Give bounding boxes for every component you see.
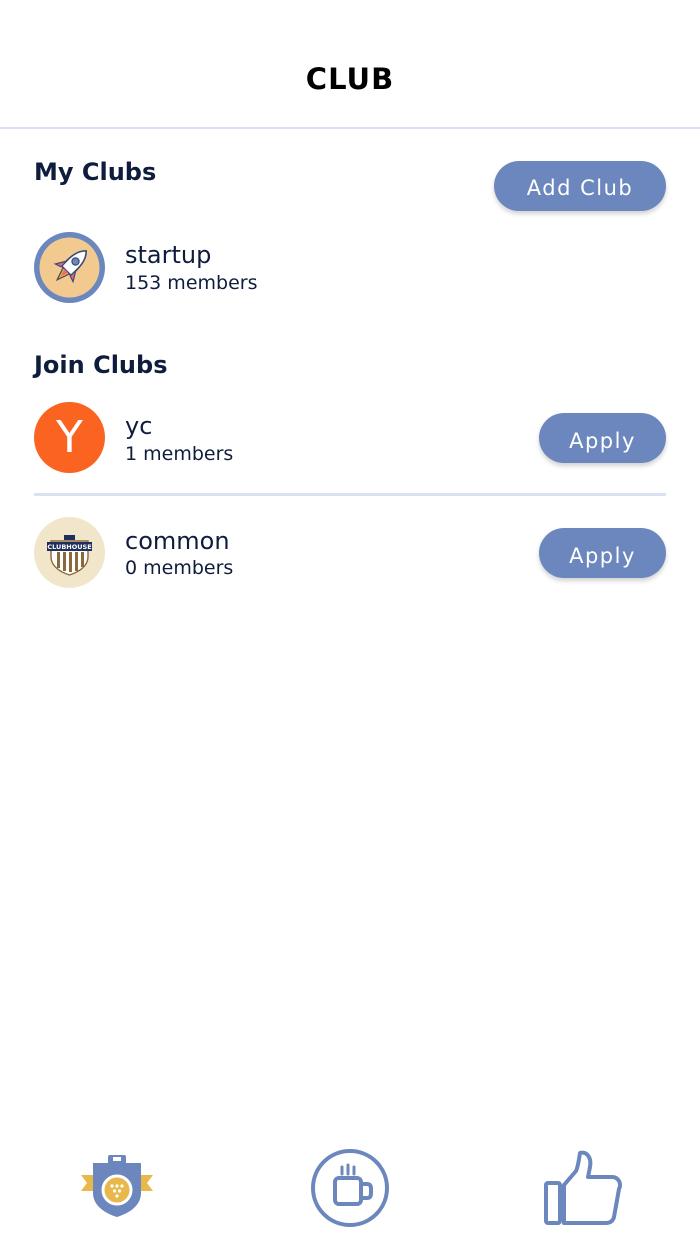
club-member-count: 0 members [125, 557, 234, 579]
apply-button[interactable]: Apply [539, 413, 666, 463]
club-name: common [125, 527, 230, 555]
common-avatar: CLUBHOUSE [34, 517, 105, 588]
my-clubs-heading: My Clubs [34, 158, 157, 186]
apply-label: Apply [569, 429, 636, 453]
club-badge-icon [81, 1155, 153, 1217]
club-name: yc [125, 412, 153, 440]
page-title: CLUB [305, 62, 395, 96]
tab-likes[interactable] [540, 1145, 626, 1231]
club-member-count: 153 members [125, 272, 258, 294]
clubhouse-shield-logo: CLUBHOUSE [47, 535, 92, 576]
apply-label: Apply [569, 544, 636, 568]
list-divider [34, 493, 666, 496]
join-clubs-heading: Join Clubs [34, 351, 168, 379]
thumbs-up-icon [544, 1150, 623, 1225]
startup-avatar [34, 232, 105, 303]
y-letter-logo: Y [56, 412, 83, 463]
tab-club[interactable] [78, 1145, 156, 1231]
yc-avatar: Y [34, 402, 105, 473]
rocket-icon [39, 237, 100, 298]
add-club-button[interactable]: Add Club [494, 161, 666, 211]
tab-coffee[interactable] [308, 1145, 392, 1231]
club-member-count: 1 members [125, 443, 234, 465]
app-header: CLUB [0, 0, 700, 129]
clubhouse-logo-text: CLUBHOUSE [47, 543, 91, 551]
coffee-cup-icon [311, 1149, 389, 1227]
add-club-label: Add Club [526, 176, 634, 200]
apply-button[interactable]: Apply [539, 528, 666, 578]
club-name: startup [125, 241, 212, 269]
